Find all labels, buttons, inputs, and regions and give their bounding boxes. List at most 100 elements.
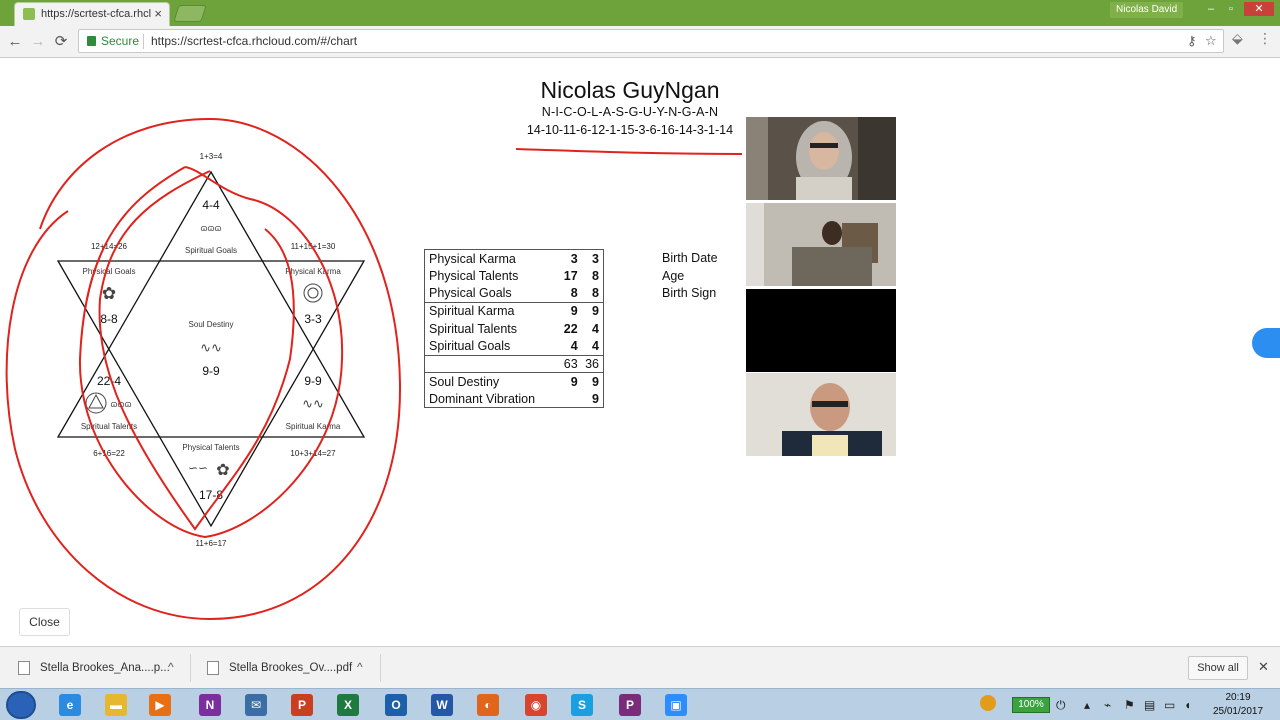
participant-video-icon (746, 117, 896, 200)
close-shelf-icon[interactable]: ✕ (1258, 659, 1269, 675)
show-hidden-icon[interactable]: ▴ (1084, 698, 1090, 712)
spiral-left-icon: ɷɷɷ (110, 399, 131, 409)
restore-icon[interactable]: ▫ (1222, 2, 1240, 16)
upper-right-sum: 11+15+1=30 (291, 242, 336, 251)
row-label: Physical Talents (429, 268, 519, 283)
taskbar-app-chrome[interactable]: ◉ (516, 692, 556, 718)
excel-icon: X (337, 694, 359, 716)
dominant-vibration-row: Dominant Vibration 9 (425, 390, 604, 408)
volume-icon[interactable]: ◖ (1184, 698, 1191, 712)
taskbar-app-zoom[interactable]: ▣ (656, 692, 696, 718)
download-item[interactable]: Stella Brookes_Ana....p... ^ (18, 654, 188, 682)
clock[interactable]: 20:19 25/01/2017 (1206, 691, 1270, 719)
power-plug-icon[interactable]: ⏻ (1056, 698, 1066, 713)
file-explorer-icon: ▬ (105, 694, 127, 716)
taskbar-app-thunderbird[interactable]: ✉ (236, 692, 276, 718)
taskbar-app-skype[interactable]: S (562, 692, 602, 718)
tab-close-icon[interactable]: × (154, 6, 162, 21)
wave-bottom-icon: ∽∽ (188, 461, 208, 475)
total-a: 63 (560, 354, 582, 373)
soul-destiny-row: Soul Destiny 9 9 (424, 372, 604, 391)
key-icon[interactable]: ⚷ (1187, 33, 1197, 49)
taskbar-app-media-player[interactable]: ▶ (140, 692, 180, 718)
taskbar-app-onenote[interactable]: N (190, 692, 230, 718)
taskbar-app-internet-explorer[interactable]: e (50, 692, 90, 718)
row-value-b: 4 (592, 339, 599, 354)
video-tile[interactable] (746, 117, 896, 200)
taskbar-app-pdf-tool[interactable]: P (610, 692, 650, 718)
center-label: Soul Destiny (189, 320, 234, 329)
lock-icon (87, 36, 96, 46)
lower-right-value: 9-9 (304, 374, 322, 388)
bookmark-star-icon[interactable]: ☆ (1205, 33, 1217, 49)
minimize-icon[interactable]: – (1202, 2, 1220, 16)
update-icon[interactable] (980, 695, 996, 711)
download-item[interactable]: Stella Brookes_Ov....pdf ^ (207, 654, 377, 682)
tab-title: https://scrtest-cfca.rhclou (41, 8, 151, 20)
display-icon[interactable]: ▭ (1164, 698, 1175, 712)
lower-left-label: Spiritual Talents (81, 422, 137, 431)
wave-center-icon: ∿∿ (200, 340, 222, 355)
network-icon[interactable]: ⌁ (1104, 698, 1111, 712)
name-numbers: 14-10-11-6-12-1-15-3-6-16-14-3-1-14 (526, 123, 734, 137)
participant-video-icon (746, 203, 896, 286)
clock-date: 25/01/2017 (1212, 706, 1264, 717)
birth-info: Birth Date Age Birth Sign (662, 250, 718, 303)
pdf-file-icon (207, 661, 219, 675)
address-bar[interactable]: Secure https://scrtest-cfca.rhcloud.com/… (78, 29, 1224, 53)
lower-right-sum: 10+3+14=27 (290, 449, 336, 458)
lower-right-label: Spiritual Karma (286, 422, 341, 431)
download-divider (380, 654, 381, 682)
show-all-button[interactable]: Show all (1188, 656, 1248, 680)
row-label: Spiritual Talents (429, 321, 518, 336)
close-button[interactable]: Close (19, 608, 70, 636)
video-tile[interactable] (746, 203, 896, 286)
download-divider (190, 654, 191, 682)
triangle-inner-icon (88, 393, 104, 409)
totals-row: 63 36 (424, 354, 604, 373)
taskbar-app-outlook[interactable]: O (376, 692, 416, 718)
browser-tab[interactable]: https://scrtest-cfca.rhclou × (14, 2, 170, 26)
firefox-icon: ◐ (477, 694, 499, 716)
skype-icon: S (571, 694, 593, 716)
lower-left-value: 22-4 (97, 374, 121, 388)
row-value-a: 9 (560, 301, 582, 320)
flag-icon[interactable]: ⚑ (1124, 698, 1135, 712)
video-tile-off[interactable] (746, 289, 896, 372)
back-icon[interactable]: ← (5, 32, 25, 52)
start-button[interactable] (6, 691, 36, 719)
video-tile[interactable] (746, 373, 896, 456)
sync-icon[interactable]: ▤ (1144, 698, 1155, 712)
extension-icon[interactable]: ⬙ (1232, 30, 1243, 47)
zoom-icon: ▣ (665, 694, 687, 716)
reload-icon[interactable]: ⟳ (51, 32, 71, 52)
forward-icon[interactable]: → (28, 32, 48, 52)
taskbar-app-firefox[interactable]: ◐ (468, 692, 508, 718)
row-label: Spiritual Karma (424, 301, 561, 320)
row-value-a: 22 (563, 321, 578, 336)
url-text[interactable]: https://scrtest-cfca.rhcloud.com/#/chart (151, 34, 357, 48)
taskbar-app-file-explorer[interactable]: ▬ (96, 692, 136, 718)
taskbar-app-powerpoint[interactable]: P (282, 692, 322, 718)
new-tab-button[interactable] (173, 5, 207, 22)
row-label: Dominant Vibration (429, 391, 536, 406)
row-value-a (560, 390, 581, 408)
battery-indicator[interactable]: 100% (1012, 697, 1050, 713)
close-window-icon[interactable]: ✕ (1244, 2, 1274, 16)
row-value-a: 9 (560, 372, 582, 391)
clock-time: 20:19 (1225, 692, 1251, 703)
top-value: 4-4 (202, 198, 220, 212)
chevron-up-icon[interactable]: ^ (357, 660, 363, 674)
upper-right-value: 3-3 (304, 312, 322, 326)
dropbox-icon[interactable] (1252, 328, 1280, 358)
browser-titlebar: https://scrtest-cfca.rhclou × Nicolas Da… (0, 0, 1280, 26)
browser-toolbar: ← → ⟳ Secure https://scrtest-cfca.rhclou… (0, 26, 1280, 58)
taskbar-app-word[interactable]: W (422, 692, 462, 718)
top-sum: 1+3=4 (200, 152, 223, 161)
profile-button[interactable]: Nicolas David (1110, 2, 1184, 18)
row-value-b: 9 (581, 372, 604, 391)
chrome-menu-icon[interactable]: ⋮ (1258, 30, 1272, 47)
taskbar-app-excel[interactable]: X (328, 692, 368, 718)
underline-annotation (515, 148, 743, 155)
chevron-up-icon[interactable]: ^ (168, 660, 174, 674)
